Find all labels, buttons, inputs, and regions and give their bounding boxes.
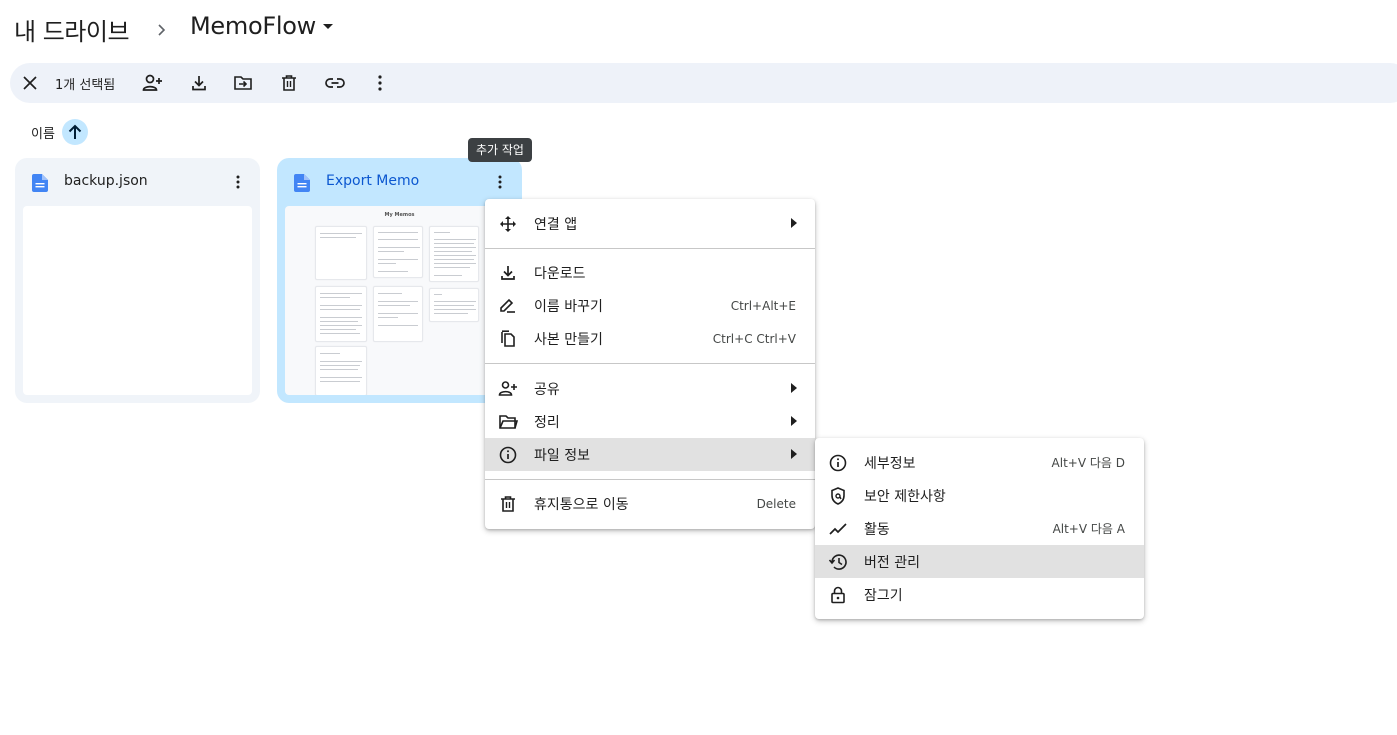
menu-item-label: 세부정보 [864,455,916,472]
menu-item-label: 보안 제한사항 [864,488,946,505]
menu-item-share[interactable]: 공유 [485,372,815,405]
thumbnail-title: My Memos [384,212,415,218]
document-icon [32,174,48,192]
menu-item-shortcut: Alt+V 다음 D [1051,456,1125,470]
sort-direction-button[interactable] [62,119,88,145]
menu-item-label: 공유 [534,381,560,398]
menu-item-rename[interactable]: 이름 바꾸기 Ctrl+Alt+E [485,289,815,322]
open-with-icon [500,216,516,232]
memo-note-thumb [429,288,479,322]
share-icon [498,381,517,396]
context-menu: 연결 앱 다운로드 이름 바꾸기 Ctrl+Alt+E 사본 만들기 Ctrl+… [485,199,815,529]
menu-item-label: 사본 만들기 [534,331,603,348]
move-button[interactable] [227,67,259,99]
file-more-button[interactable] [224,168,252,196]
menu-item-shortcut: Ctrl+C Ctrl+V [712,331,796,346]
breadcrumb-current-label: MemoFlow [190,12,316,40]
submenu-arrow-icon [791,416,797,426]
share-button[interactable] [137,67,169,99]
menu-item-label: 활동 [864,521,890,538]
history-icon [828,554,847,570]
add-person-icon [142,74,162,91]
menu-item-shortcut: Ctrl+Alt+E [730,298,796,313]
breadcrumb-root[interactable]: 내 드라이브 [14,12,130,47]
menu-item-file-info[interactable]: 파일 정보 [485,438,815,471]
memo-note-thumb [373,286,423,342]
delete-button[interactable] [273,67,305,99]
submenu-item-details[interactable]: 세부정보 Alt+V 다음 D [815,446,1144,479]
menu-item-label: 이름 바꾸기 [534,298,603,315]
menu-item-make-copy[interactable]: 사본 만들기 Ctrl+C Ctrl+V [485,322,815,355]
more-vert-icon [378,75,382,91]
menu-item-label: 파일 정보 [534,447,590,464]
trash-icon [501,496,515,512]
file-more-button[interactable] [486,168,514,196]
menu-item-label: 버전 관리 [864,554,920,571]
security-icon [831,487,845,505]
sort-label: 이름 [31,127,55,142]
selection-toolbar: 1개 선택됨 [10,63,1397,103]
memo-note-thumb [315,346,367,395]
info-icon [499,446,517,464]
submenu-arrow-icon [791,449,797,459]
menu-item-move-to-trash[interactable]: 휴지통으로 이동 Delete [485,487,815,520]
file-name: backup.json [64,173,148,189]
file-card[interactable]: backup.json [15,158,260,403]
menu-item-label: 연결 앱 [534,216,578,233]
menu-item-shortcut: Delete [756,496,796,511]
document-icon [294,174,310,192]
link-icon [325,78,345,88]
more-actions-tooltip: 추가 작업 [468,138,532,162]
file-name: Export Memo [326,173,420,189]
more-vert-icon [498,175,502,189]
menu-divider [485,363,815,364]
menu-divider [485,479,815,480]
menu-item-open-with[interactable]: 연결 앱 [485,207,815,240]
submenu-item-manage-versions[interactable]: 버전 관리 [815,545,1144,578]
file-thumbnail [23,206,252,395]
more-vert-icon [236,175,240,189]
move-to-folder-icon [234,76,252,90]
submenu-item-activity[interactable]: 활동 Alt+V 다음 A [815,512,1144,545]
download-icon [501,266,515,280]
submenu-item-lock[interactable]: 잠그기 [815,578,1144,611]
memo-note-thumb [373,226,423,278]
more-actions-button[interactable] [364,67,396,99]
folder-icon [499,415,518,429]
chevron-right-icon [155,20,169,40]
lock-icon [831,586,845,604]
download-button[interactable] [183,67,215,99]
file-card-header: Export Memo [277,158,522,206]
trash-icon [282,75,296,91]
file-info-submenu: 세부정보 Alt+V 다음 D 보안 제한사항 활동 Alt+V 다음 A 버전… [815,438,1144,619]
menu-divider [485,248,815,249]
caret-down-icon [322,24,333,29]
submenu-item-security-restrictions[interactable]: 보안 제한사항 [815,479,1144,512]
clear-selection-button[interactable] [14,67,46,99]
arrow-up-icon [68,124,82,139]
memo-note-thumb [315,226,367,280]
info-icon [829,454,847,472]
menu-item-organize[interactable]: 정리 [485,405,815,438]
menu-item-download[interactable]: 다운로드 [485,256,815,289]
file-card-header: backup.json [15,158,260,206]
submenu-arrow-icon [791,218,797,228]
menu-item-label: 다운로드 [534,265,586,282]
rename-icon [500,298,515,313]
memo-note-thumb [315,286,367,342]
copy-icon [501,330,515,347]
file-thumbnail: My Memos [285,206,514,395]
breadcrumb-current-folder[interactable]: MemoFlow [190,12,334,40]
selection-count: 1개 선택됨 [55,78,116,93]
menu-item-shortcut: Alt+V 다음 A [1052,522,1125,536]
submenu-arrow-icon [791,383,797,393]
copy-link-button[interactable] [319,67,351,99]
menu-item-label: 정리 [534,414,560,431]
menu-item-label: 휴지통으로 이동 [534,496,629,513]
download-icon [192,76,206,91]
activity-icon [829,523,847,535]
close-icon [23,76,37,90]
menu-item-label: 잠그기 [864,587,903,604]
memo-note-thumb [429,226,479,282]
